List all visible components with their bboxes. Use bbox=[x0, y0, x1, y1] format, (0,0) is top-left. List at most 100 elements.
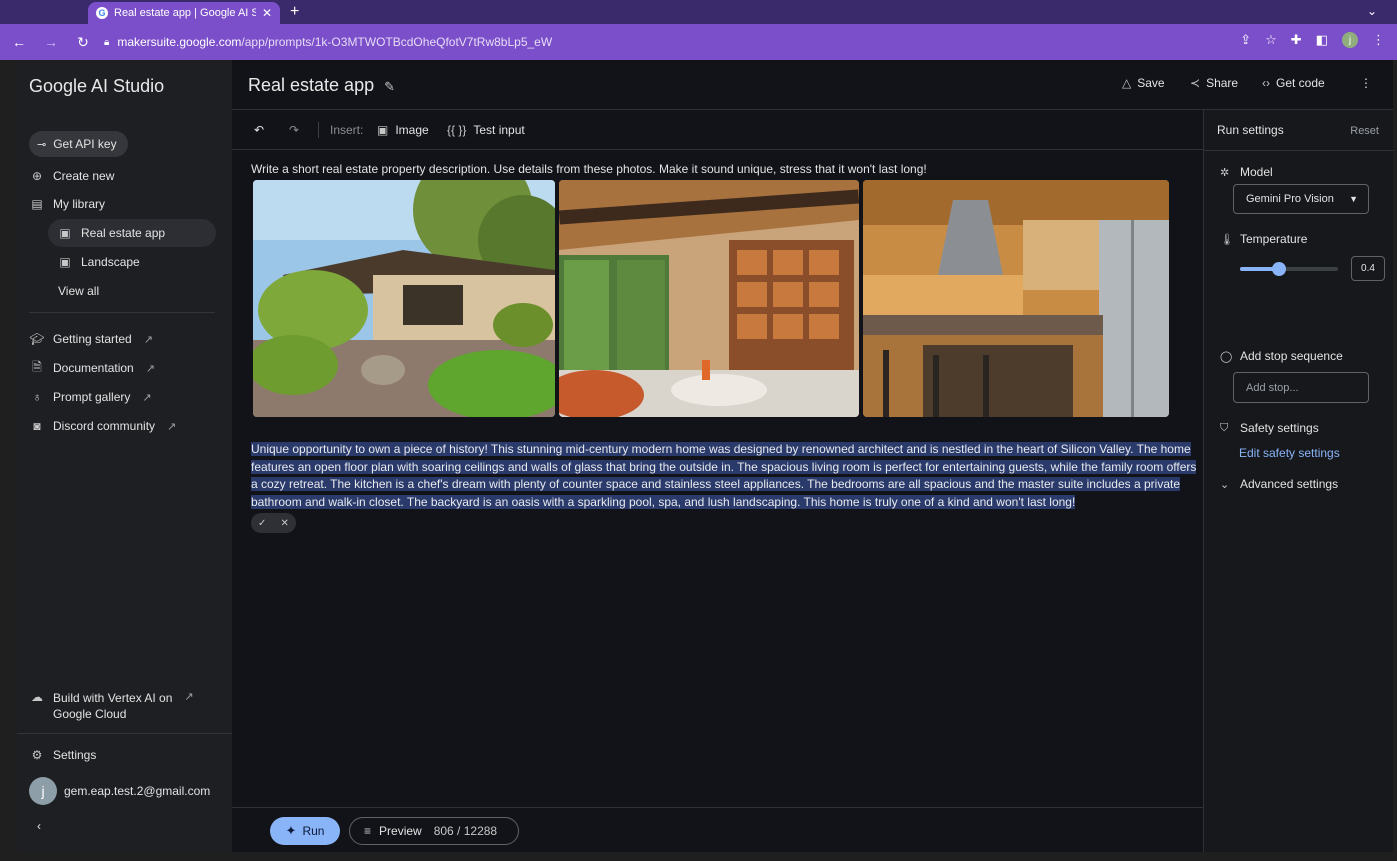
open-external-icon: ↗ bbox=[142, 391, 152, 404]
response-text: Unique opportunity to own a piece of his… bbox=[251, 442, 1197, 509]
prompt-icon: ▣ bbox=[59, 255, 71, 269]
insert-image-label: Image bbox=[395, 123, 429, 137]
create-new-button[interactable]: ⊕ Create new bbox=[29, 163, 114, 189]
test-input-button[interactable]: {{ }} Test input bbox=[447, 123, 525, 137]
side-panel-icon[interactable]: ◧ bbox=[1316, 32, 1328, 48]
model-response[interactable]: Unique opportunity to own a piece of his… bbox=[251, 441, 1197, 511]
code-icon: ‹› bbox=[1262, 76, 1270, 90]
forward-icon[interactable]: → bbox=[38, 34, 64, 50]
response-confirm-controls: ✓ ✕ bbox=[251, 513, 296, 533]
prompt-gallery-link[interactable]: ♁ Prompt gallery ↗ bbox=[29, 384, 152, 410]
token-count: 806 / 12288 bbox=[433, 824, 498, 838]
safety-label-row: ⛉ Safety settings bbox=[1220, 421, 1319, 435]
prompt-toolbar: ↶ ↷ Insert: ▣ Image {{ }} Test input bbox=[232, 110, 1203, 150]
extensions-puzzle-icon[interactable]: ✚ bbox=[1291, 32, 1302, 48]
save-button[interactable]: △ Save bbox=[1122, 76, 1165, 90]
open-external-icon: ↗ bbox=[167, 420, 177, 433]
thermometer-icon: 🌡︎ bbox=[1220, 233, 1234, 246]
sidebar: Google AI Studio ⊸ Get API key ⊕ Create … bbox=[17, 60, 232, 852]
browser-tab-strip: G Real estate app | Google AI St ✕ + ⌄ bbox=[0, 0, 1397, 24]
prompt-icon: ▣ bbox=[59, 226, 71, 240]
get-code-button[interactable]: ‹› Get code bbox=[1262, 76, 1325, 90]
library-item-landscape[interactable]: ▣ Landscape bbox=[57, 249, 140, 275]
back-icon[interactable]: ← bbox=[6, 34, 32, 50]
preview-button[interactable]: ≡ Preview 806 / 12288 bbox=[349, 817, 519, 845]
bookmark-star-icon[interactable]: ☆ bbox=[1265, 32, 1277, 48]
tab-search-chevron-icon[interactable]: ⌄ bbox=[1367, 4, 1377, 18]
url-field[interactable]: 🔒︎ makersuite.google.com/app/prompts/1k-… bbox=[104, 31, 1284, 53]
getting-started-label: Getting started bbox=[53, 332, 132, 346]
exterior-photo[interactable] bbox=[253, 180, 555, 417]
settings-button[interactable]: ⚙︎ Settings bbox=[29, 742, 97, 768]
redo-icon[interactable]: ↷ bbox=[289, 123, 299, 137]
settings-divider bbox=[1204, 150, 1394, 151]
library-item-label: Real estate app bbox=[81, 226, 166, 240]
sparkle-icon: ✦ bbox=[285, 823, 297, 838]
shield-icon: ⛉ bbox=[1220, 421, 1229, 434]
stop-sequence-input[interactable] bbox=[1233, 372, 1369, 403]
edit-safety-settings-link[interactable]: Edit safety settings bbox=[1239, 446, 1340, 460]
my-library-item[interactable]: ▤ My library bbox=[29, 191, 105, 217]
getting-started-link[interactable]: 🎓︎ Getting started ↗ bbox=[29, 326, 153, 352]
chevron-down-icon: ⌄ bbox=[1220, 478, 1230, 491]
reload-icon[interactable]: ↻ bbox=[70, 34, 96, 51]
key-icon: ⊸ bbox=[37, 138, 47, 151]
discord-community-link[interactable]: ◙ Discord community ↗ bbox=[29, 413, 176, 439]
accept-check-icon[interactable]: ✓ bbox=[258, 518, 266, 529]
library-item-real-estate-app[interactable]: ▣ Real estate app bbox=[57, 220, 165, 246]
temperature-value-field[interactable]: 0.4 bbox=[1351, 256, 1385, 281]
profile-avatar[interactable]: j bbox=[1342, 32, 1358, 48]
browser-menu-icon[interactable]: ⋮ bbox=[1372, 32, 1385, 48]
stop-circle-icon: ◯ bbox=[1220, 350, 1233, 363]
collapse-sidebar-icon[interactable]: ‹ bbox=[37, 813, 41, 839]
model-select[interactable]: Gemini Pro Vision ▼ bbox=[1233, 184, 1369, 214]
documentation-link[interactable]: 🗎︎ Documentation ↗ bbox=[29, 355, 155, 381]
save-label: Save bbox=[1137, 76, 1165, 90]
edit-pencil-icon[interactable]: ✎ bbox=[384, 79, 395, 94]
close-tab-icon[interactable]: ✕ bbox=[262, 6, 272, 20]
model-label-row: ✲ Model bbox=[1220, 165, 1273, 179]
model-value: Gemini Pro Vision bbox=[1246, 193, 1334, 205]
share-label: Share bbox=[1206, 76, 1239, 90]
ai-studio-app: Google AI Studio ⊸ Get API key ⊕ Create … bbox=[17, 60, 1394, 852]
temperature-slider-handle[interactable] bbox=[1272, 262, 1287, 276]
share-icon: ≺ bbox=[1190, 76, 1201, 90]
more-options-icon[interactable]: ⋮ bbox=[1360, 76, 1372, 90]
install-app-icon[interactable]: ⇪ bbox=[1240, 32, 1251, 48]
my-library-label: My library bbox=[53, 197, 106, 211]
run-bar: ✦ Run ≡ Preview 806 / 12288 bbox=[232, 807, 1203, 852]
kitchen-photo[interactable] bbox=[863, 180, 1169, 417]
discord-community-label: Discord community bbox=[53, 419, 156, 433]
prompt-text[interactable]: Write a short real estate property descr… bbox=[251, 162, 927, 176]
browser-tab[interactable]: G Real estate app | Google AI St ✕ bbox=[88, 2, 280, 24]
get-api-key-button[interactable]: ⊸ Get API key bbox=[29, 131, 128, 157]
url-host: makersuite.google.com bbox=[117, 35, 242, 49]
prompt-title-row: Real estate app ✎ bbox=[248, 75, 395, 96]
cloud-icon: ☁︎ bbox=[31, 690, 43, 704]
gear-icon: ⚙︎ bbox=[31, 748, 43, 762]
prompt-editor[interactable]: Write a short real estate property descr… bbox=[232, 151, 1203, 807]
undo-icon[interactable]: ↶ bbox=[254, 123, 264, 137]
documentation-label: Documentation bbox=[53, 361, 134, 375]
open-external-icon: ↗ bbox=[143, 333, 153, 346]
run-button[interactable]: ✦ Run bbox=[270, 817, 340, 845]
reject-close-icon[interactable]: ✕ bbox=[281, 518, 289, 529]
user-email: gem.eap.test.2@gmail.com bbox=[64, 784, 211, 798]
reset-button[interactable]: Reset bbox=[1350, 125, 1379, 137]
discord-icon: ◙ bbox=[33, 419, 41, 433]
share-button[interactable]: ≺ Share bbox=[1190, 76, 1238, 90]
view-all-link[interactable]: View all bbox=[58, 278, 99, 304]
get-api-key-label: Get API key bbox=[53, 137, 117, 151]
insert-image-button[interactable]: ▣ Image bbox=[377, 123, 429, 137]
advanced-settings-toggle[interactable]: ⌄ Advanced settings bbox=[1220, 477, 1338, 491]
stop-sequence-label-row: ◯ Add stop sequence bbox=[1220, 349, 1343, 363]
vertex-ai-link[interactable]: ☁︎ Build with Vertex AI on Google Cloud … bbox=[29, 690, 194, 726]
vertex-line-1: Build with Vertex AI on bbox=[53, 691, 173, 705]
library-item-label: Landscape bbox=[81, 255, 140, 269]
vertex-line-2: Google Cloud bbox=[53, 707, 127, 721]
new-tab-icon[interactable]: + bbox=[290, 3, 299, 21]
temperature-slider[interactable] bbox=[1240, 262, 1338, 276]
living-room-photo[interactable] bbox=[559, 180, 859, 417]
exterior-photo-drawing bbox=[253, 180, 555, 417]
account-row[interactable]: j gem.eap.test.2@gmail.com bbox=[29, 776, 210, 806]
